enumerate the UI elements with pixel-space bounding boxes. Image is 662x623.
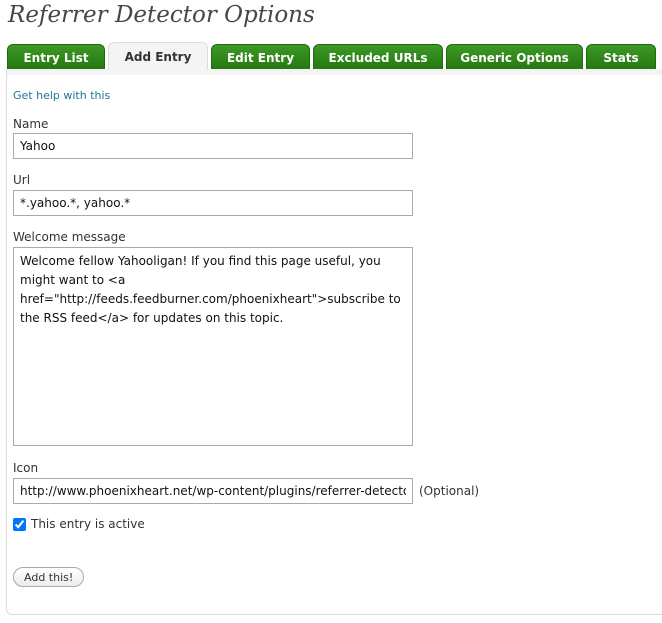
tab-bar: Entry List Add Entry Edit Entry Excluded… <box>7 42 656 70</box>
welcome-message-textarea[interactable]: Welcome fellow Yahooligan! If you find t… <box>13 247 413 446</box>
icon-label: Icon <box>13 461 39 475</box>
add-entry-panel: Get help with this Name Url Welcome mess… <box>6 69 662 615</box>
tab-entry-list[interactable]: Entry List <box>7 44 105 70</box>
tab-stats[interactable]: Stats <box>586 44 656 70</box>
page-title: Referrer Detector Options <box>8 2 315 28</box>
active-checkbox-label[interactable]: This entry is active <box>31 517 145 531</box>
tab-excluded-urls[interactable]: Excluded URLs <box>313 44 443 70</box>
name-label: Name <box>13 117 49 131</box>
panel-header-strip <box>7 69 662 75</box>
tab-edit-entry[interactable]: Edit Entry <box>211 44 310 70</box>
tab-add-entry[interactable]: Add Entry <box>108 42 208 70</box>
icon-url-input[interactable] <box>13 478 413 504</box>
help-link[interactable]: Get help with this <box>13 89 110 102</box>
url-input[interactable] <box>13 190 413 216</box>
welcome-message-label: Welcome message <box>13 230 126 244</box>
optional-note: (Optional) <box>419 484 480 498</box>
url-label: Url <box>13 173 31 187</box>
add-this-button[interactable]: Add this! <box>13 567 85 587</box>
name-input[interactable] <box>13 133 413 159</box>
tab-generic-options[interactable]: Generic Options <box>446 44 583 70</box>
active-checkbox[interactable] <box>13 518 26 531</box>
